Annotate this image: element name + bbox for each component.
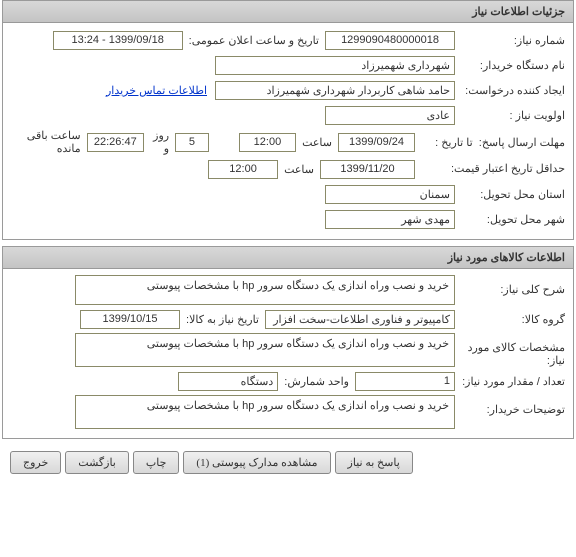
row-spec: مشخصات کالای مورد نیاز: خرید و نصب وراه … <box>11 333 565 367</box>
city-label: شهر محل تحویل: <box>455 213 565 226</box>
row-need-number: شماره نیاز: 1299090480000018 تاریخ و ساع… <box>11 29 565 51</box>
province-label: استان محل تحویل: <box>455 188 565 201</box>
group-label: گروه کالا: <box>455 313 565 326</box>
creator-field: حامد شاهی کاربردار شهرداری شهمیرزاد <box>215 81 455 100</box>
unit-field: دستگاه <box>178 372 278 391</box>
days-field: 5 <box>175 133 209 152</box>
need-number-label: شماره نیاز: <box>455 34 565 47</box>
qty-label: تعداد / مقدار مورد نیاز: <box>455 375 565 388</box>
row-validity: حداقل تاریخ اعتبار قیمت: 1399/11/20 ساعت… <box>11 158 565 180</box>
time-label-1: ساعت <box>296 136 338 149</box>
print-button[interactable]: چاپ <box>133 451 180 474</box>
province-field: سمنان <box>325 185 455 204</box>
row-qty: تعداد / مقدار مورد نیاز: 1 واحد شمارش: د… <box>11 370 565 392</box>
buyer-field: شهرداری شهمیرزاد <box>215 56 455 75</box>
respond-button[interactable]: پاسخ به نیاز <box>335 451 413 474</box>
buyer-notes-field: خرید و نصب وراه اندازی یک دستگاه سرور hp… <box>75 395 455 429</box>
row-creator: ایجاد کننده درخواست: حامد شاهی کاربردار … <box>11 79 565 101</box>
priority-label: اولویت نیاز : <box>455 109 565 122</box>
validity-label: حداقل تاریخ اعتبار قیمت: <box>415 162 565 176</box>
remaining-time-field: 22:26:47 <box>87 133 144 152</box>
priority-field: عادی <box>325 106 455 125</box>
buyer-label: نام دستگاه خریدار: <box>455 59 565 72</box>
contact-link[interactable]: اطلاعات تماس خریدار <box>106 84 207 97</box>
row-priority: اولویت نیاز : عادی <box>11 104 565 126</box>
need-details-panel: جزئیات اطلاعات نیاز شماره نیاز: 12990904… <box>2 0 574 240</box>
group-field: کامپیوتر و فناوری اطلاعات-سخت افزار <box>265 310 455 329</box>
row-buyer: نام دستگاه خریدار: شهرداری شهمیرزاد <box>11 54 565 76</box>
validity-date-field: 1399/11/20 <box>320 160 415 179</box>
validity-time-field: 12:00 <box>208 160 278 179</box>
deadline-time-field: 12:00 <box>239 133 296 152</box>
row-deadline: مهلت ارسال پاسخ: تا تاریخ : 1399/09/24 س… <box>11 129 565 155</box>
attachments-button[interactable]: مشاهده مدارک پیوستی (1) <box>183 451 330 474</box>
time-label-2: ساعت <box>278 163 320 176</box>
row-buyer-notes: توضیحات خریدار: خرید و نصب وراه اندازی ی… <box>11 395 565 429</box>
spec-label: مشخصات کالای مورد نیاز: <box>455 333 565 367</box>
row-city: شهر محل تحویل: مهدی شهر <box>11 208 565 230</box>
back-button[interactable]: بازگشت <box>65 451 129 474</box>
need-date-label: تاریخ نیاز به کالا: <box>180 313 265 326</box>
qty-field: 1 <box>355 372 455 391</box>
buyer-notes-label: توضیحات خریدار: <box>455 395 565 416</box>
panel1-body: شماره نیاز: 1299090480000018 تاریخ و ساع… <box>3 23 573 239</box>
deadline-date-field: 1399/09/24 <box>338 133 415 152</box>
goods-info-panel: اطلاعات کالاهای مورد نیاز شرح کلی نیاز: … <box>2 246 574 439</box>
row-desc: شرح کلی نیاز: خرید و نصب وراه اندازی یک … <box>11 275 565 305</box>
spec-field: خرید و نصب وراه اندازی یک دستگاه سرور hp… <box>75 333 455 367</box>
panel2-body: شرح کلی نیاز: خرید و نصب وراه اندازی یک … <box>3 269 573 438</box>
footer-spacer <box>417 451 566 474</box>
footer-toolbar: پاسخ به نیاز مشاهده مدارک پیوستی (1) چاپ… <box>2 445 574 480</box>
creator-label: ایجاد کننده درخواست: <box>455 84 565 97</box>
panel1-header: جزئیات اطلاعات نیاز <box>3 1 573 23</box>
need-date-field: 1399/10/15 <box>80 310 180 329</box>
remaining-label: ساعت باقی مانده <box>11 129 87 155</box>
exit-button[interactable]: خروج <box>10 451 61 474</box>
announce-field: 1399/09/18 - 13:24 <box>53 31 183 50</box>
announce-label: تاریخ و ساعت اعلان عمومی: <box>183 34 325 47</box>
row-province: استان محل تحویل: سمنان <box>11 183 565 205</box>
unit-label: واحد شمارش: <box>278 375 355 388</box>
desc-label: شرح کلی نیاز: <box>455 275 565 296</box>
panel2-header: اطلاعات کالاهای مورد نیاز <box>3 247 573 269</box>
city-field: مهدی شهر <box>325 210 455 229</box>
row-group: گروه کالا: کامپیوتر و فناوری اطلاعات-سخت… <box>11 308 565 330</box>
deadline-label: مهلت ارسال پاسخ: تا تاریخ : <box>415 136 565 149</box>
desc-field: خرید و نصب وراه اندازی یک دستگاه سرور hp… <box>75 275 455 305</box>
need-number-field: 1299090480000018 <box>325 31 455 50</box>
days-label: روز و <box>144 129 175 155</box>
